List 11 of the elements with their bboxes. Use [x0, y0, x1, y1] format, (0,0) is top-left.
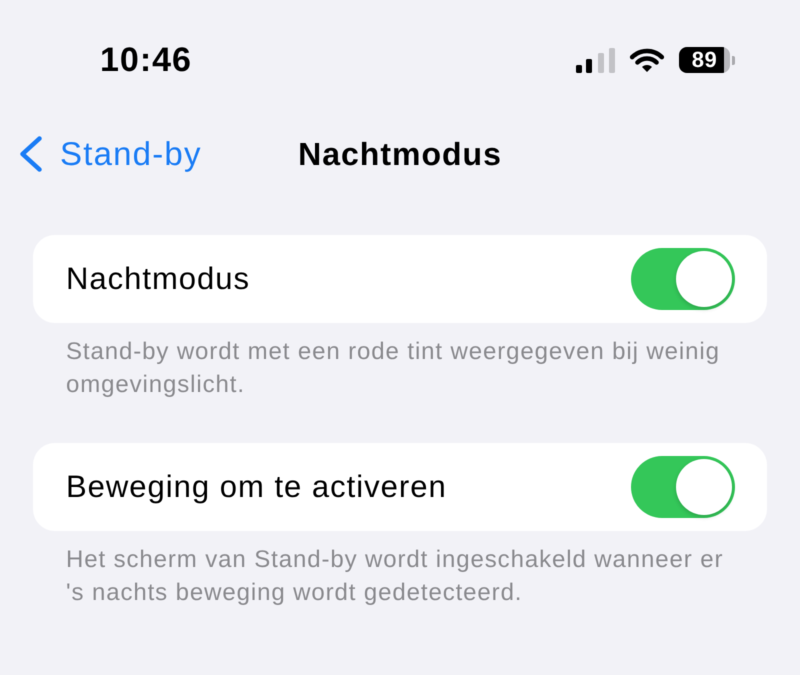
setting-label: Beweging om te activeren — [66, 469, 448, 505]
wifi-icon — [629, 47, 665, 73]
chevron-left-icon — [18, 136, 43, 172]
status-time: 10:46 — [100, 40, 192, 80]
setting-description: Het scherm van Stand-by wordt ingeschakeld wanneer er 's nachts beweging wordt gedetecteerd. — [65, 545, 724, 608]
battery-level: 89 — [679, 47, 730, 73]
setting-description: Stand-by wordt met een rode tint weergegeven bij weinig omgevingslicht. — [65, 337, 721, 400]
page-title: Nachtmodus — [298, 136, 502, 172]
signal-strength-icon — [576, 48, 615, 72]
setting-label: Nachtmodus — [66, 261, 252, 297]
back-button[interactable]: Stand-by — [18, 135, 202, 173]
